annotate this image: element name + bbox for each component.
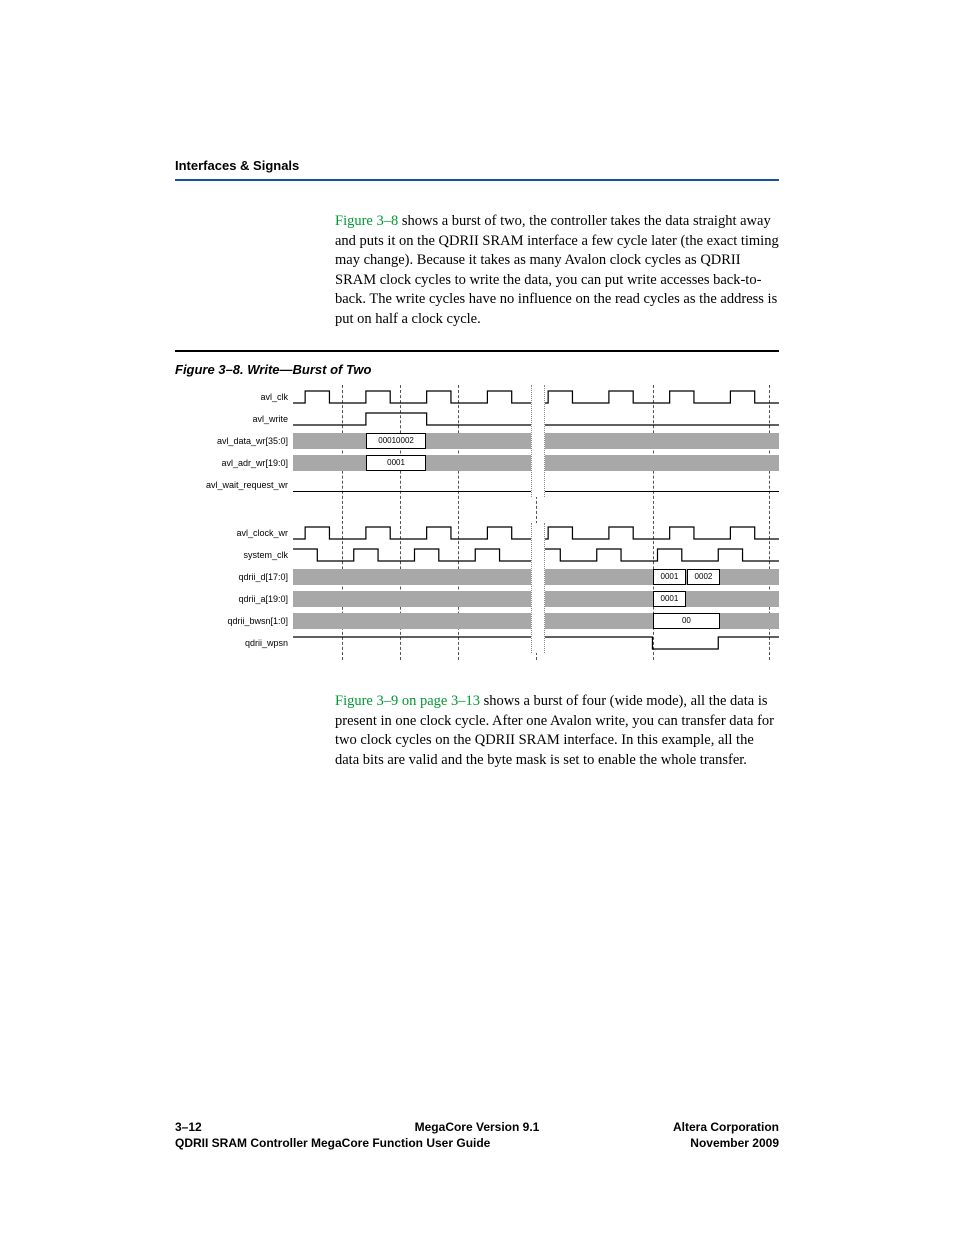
row-avl-data-wr: avl_data_wr[35:0] 00010002	[175, 433, 779, 451]
row-qdrii-bwsn: qdrii_bwsn[1:0] 00	[175, 613, 779, 631]
label-avl-wait: avl_wait_request_wr	[206, 480, 288, 490]
label-qdrii-wpsn: qdrii_wpsn	[245, 638, 288, 648]
wave-avl-clk	[293, 389, 779, 407]
footer-right-2: November 2009	[690, 1136, 779, 1150]
footer-subtitle: QDRII SRAM Controller MegaCore Function …	[175, 1136, 490, 1150]
row-qdrii-d: qdrii_d[17:0] 0001 0002	[175, 569, 779, 587]
row-system-clk: system_clk	[175, 547, 779, 569]
row-avl-clk: avl_clk	[175, 389, 779, 411]
figure-caption: Figure 3–8. Write—Burst of Two	[175, 362, 371, 377]
wave-system-clk	[293, 547, 779, 565]
paragraph-1: Figure 3–8 shows a burst of two, the con…	[335, 212, 779, 329]
row-qdrii-wpsn: qdrii_wpsn	[175, 635, 779, 657]
value-avl-adr-wr: 0001	[366, 455, 426, 471]
header-rule	[175, 179, 779, 181]
label-qdrii-d: qdrii_d[17:0]	[238, 572, 288, 582]
footer-right-1: Altera Corporation	[673, 1120, 779, 1134]
figure-reference[interactable]: Figure 3–8	[335, 213, 398, 229]
value-qdrii-d-0: 0001	[653, 569, 687, 585]
wave-avl-write	[293, 411, 779, 429]
value-qdrii-bwsn: 00	[653, 613, 721, 629]
figure-reference-2[interactable]: Figure 3–9 on page 3–13	[335, 693, 480, 709]
wave-qdrii-wpsn	[293, 635, 779, 653]
value-qdrii-a: 0001	[653, 591, 687, 607]
row-avl-clock-wr: avl_clock_wr	[175, 525, 779, 547]
label-avl-clk: avl_clk	[260, 392, 288, 402]
running-header: Interfaces & Signals	[175, 158, 779, 181]
bus-bg-qdrii-a	[293, 591, 779, 607]
row-avl-wait-request-wr: avl_wait_request_wr	[175, 477, 779, 499]
label-avl-write: avl_write	[252, 414, 288, 424]
row-qdrii-a: qdrii_a[19:0] 0001	[175, 591, 779, 609]
label-avl-adr-wr: avl_adr_wr[19:0]	[221, 458, 288, 468]
value-avl-data-wr: 00010002	[366, 433, 426, 449]
label-avl-data-wr: avl_data_wr[35:0]	[217, 436, 288, 446]
paragraph-1-text: shows a burst of two, the controller tak…	[335, 213, 779, 327]
row-avl-adr-wr: avl_adr_wr[19:0] 0001	[175, 455, 779, 473]
wave-avl-clock-wr	[293, 525, 779, 543]
label-avl-clock-wr: avl_clock_wr	[236, 528, 288, 538]
paragraph-2: Figure 3–9 on page 3–13 shows a burst of…	[335, 692, 779, 770]
label-qdrii-bwsn: qdrii_bwsn[1:0]	[227, 616, 288, 626]
value-qdrii-d-1: 0002	[687, 569, 721, 585]
row-avl-write: avl_write	[175, 411, 779, 433]
section-title: Interfaces & Signals	[175, 158, 779, 173]
figure-top-rule	[175, 350, 779, 352]
timing-diagram: avl_clk avl_write avl_data_wr[35:0] 0001…	[175, 385, 779, 660]
label-system-clk: system_clk	[243, 550, 288, 560]
wave-avl-wait	[293, 491, 779, 492]
label-qdrii-a: qdrii_a[19:0]	[238, 594, 288, 604]
